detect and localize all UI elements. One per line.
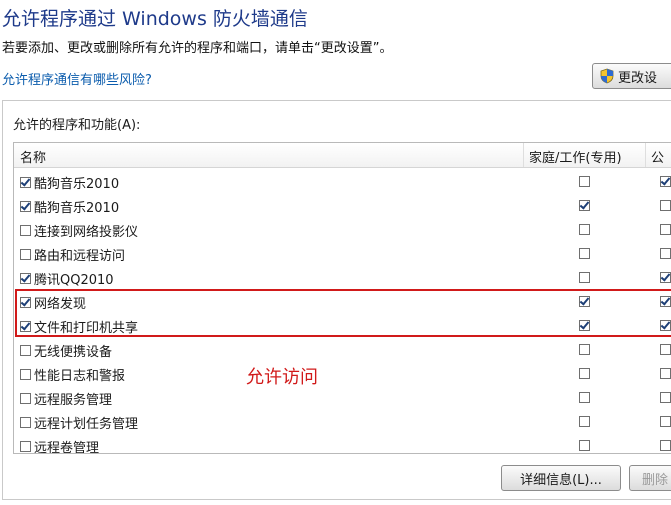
program-enabled-checkbox[interactable] [20, 201, 31, 212]
delete-button[interactable]: 删除 [629, 465, 671, 491]
program-enabled-checkbox[interactable] [20, 393, 31, 404]
public-checkbox[interactable] [660, 296, 671, 307]
column-separator[interactable] [523, 143, 524, 167]
program-name: 无线便携设备 [20, 341, 112, 360]
uac-shield-icon [600, 68, 614, 84]
home-work-checkbox[interactable] [579, 224, 590, 235]
program-enabled-checkbox[interactable] [20, 297, 31, 308]
change-settings-button[interactable]: 更改设 [592, 63, 671, 89]
home-work-checkbox[interactable] [579, 200, 590, 211]
list-item[interactable]: 腾讯QQ2010 [14, 265, 671, 289]
program-enabled-checkbox[interactable] [20, 177, 31, 188]
program-name: 远程卷管理 [20, 437, 100, 454]
program-name-label: 性能日志和警报 [34, 369, 126, 384]
home-work-checkbox[interactable] [579, 416, 590, 427]
program-name: 远程计划任务管理 [20, 413, 138, 432]
program-name-label: 无线便携设备 [34, 345, 113, 360]
list-item[interactable]: 远程卷管理 [14, 433, 671, 454]
program-name-label: 腾讯QQ2010 [34, 273, 114, 288]
home-work-checkbox[interactable] [579, 296, 590, 307]
home-work-checkbox[interactable] [579, 392, 590, 403]
programs-list[interactable]: 名称 家庭/工作(专用) 公 酷狗音乐2010 酷狗音乐2010 连接到网络投影仪路… [13, 142, 671, 454]
public-checkbox[interactable] [660, 368, 671, 379]
program-name: 性能日志和警报 [20, 365, 125, 384]
risk-info-link[interactable]: 允许程序通信有哪些风险? [2, 69, 152, 88]
list-item[interactable]: 网络发现 [14, 289, 671, 313]
public-checkbox[interactable] [660, 176, 671, 187]
program-enabled-checkbox[interactable] [20, 273, 31, 284]
page-title: 允许程序通过 Windows 防火墙通信 [2, 8, 308, 30]
public-checkbox[interactable] [660, 344, 671, 355]
public-checkbox[interactable] [660, 440, 671, 451]
program-name-label: 网络发现 [34, 297, 87, 312]
list-item[interactable]: 文件和打印机共享 [14, 313, 671, 337]
list-header: 名称 家庭/工作(专用) 公 [14, 143, 671, 168]
program-name-label: 路由和远程访问 [34, 249, 126, 264]
change-settings-label: 更改设 [618, 70, 658, 86]
column-header-name[interactable]: 名称 [20, 147, 46, 166]
list-item[interactable]: 性能日志和警报 [14, 361, 671, 385]
program-name: 腾讯QQ2010 [20, 269, 114, 288]
annotation-label: 允许访问 [246, 367, 318, 388]
program-enabled-checkbox[interactable] [20, 417, 31, 428]
column-header-home-work[interactable]: 家庭/工作(专用) [529, 147, 622, 166]
program-enabled-checkbox[interactable] [20, 345, 31, 356]
program-enabled-checkbox[interactable] [20, 225, 31, 236]
program-name: 酷狗音乐2010 [20, 197, 119, 216]
program-enabled-checkbox[interactable] [20, 321, 31, 332]
list-item[interactable]: 无线便携设备 [14, 337, 671, 361]
program-name: 酷狗音乐2010 [20, 173, 119, 192]
program-name-label: 远程计划任务管理 [34, 417, 139, 432]
list-item[interactable]: 远程服务管理 [14, 385, 671, 409]
program-name-label: 连接到网络投影仪 [34, 225, 139, 240]
home-work-checkbox[interactable] [579, 320, 590, 331]
program-name: 连接到网络投影仪 [20, 221, 138, 240]
program-name: 文件和打印机共享 [20, 317, 138, 336]
home-work-checkbox[interactable] [579, 368, 590, 379]
program-name-label: 远程卷管理 [34, 441, 100, 454]
home-work-checkbox[interactable] [579, 176, 590, 187]
program-name-label: 远程服务管理 [34, 393, 113, 408]
home-work-checkbox[interactable] [579, 344, 590, 355]
list-item[interactable]: 酷狗音乐2010 [14, 193, 671, 217]
list-item[interactable]: 酷狗音乐2010 [14, 169, 671, 193]
column-separator[interactable] [645, 143, 646, 167]
public-checkbox[interactable] [660, 248, 671, 259]
public-checkbox[interactable] [660, 320, 671, 331]
page-description: 若要添加、更改或删除所有允许的程序和端口，请单击“更改设置”。 [2, 41, 393, 56]
public-checkbox[interactable] [660, 416, 671, 427]
public-checkbox[interactable] [660, 224, 671, 235]
program-name: 网络发现 [20, 293, 86, 312]
public-checkbox[interactable] [660, 392, 671, 403]
program-name: 远程服务管理 [20, 389, 112, 408]
column-header-public[interactable]: 公 [651, 147, 664, 166]
home-work-checkbox[interactable] [579, 272, 590, 283]
program-enabled-checkbox[interactable] [20, 441, 31, 452]
home-work-checkbox[interactable] [579, 440, 590, 451]
program-name-label: 文件和打印机共享 [34, 321, 139, 336]
program-enabled-checkbox[interactable] [20, 249, 31, 260]
program-name-label: 酷狗音乐2010 [34, 177, 120, 192]
details-button[interactable]: 详细信息(L)... [501, 465, 621, 491]
program-name-label: 酷狗音乐2010 [34, 201, 120, 216]
public-checkbox[interactable] [660, 272, 671, 283]
public-checkbox[interactable] [660, 200, 671, 211]
program-enabled-checkbox[interactable] [20, 369, 31, 380]
program-name: 路由和远程访问 [20, 245, 125, 264]
list-item[interactable]: 路由和远程访问 [14, 241, 671, 265]
home-work-checkbox[interactable] [579, 248, 590, 259]
programs-list-label: 允许的程序和功能(A): [13, 118, 141, 133]
list-item[interactable]: 远程计划任务管理 [14, 409, 671, 433]
list-item[interactable]: 连接到网络投影仪 [14, 217, 671, 241]
